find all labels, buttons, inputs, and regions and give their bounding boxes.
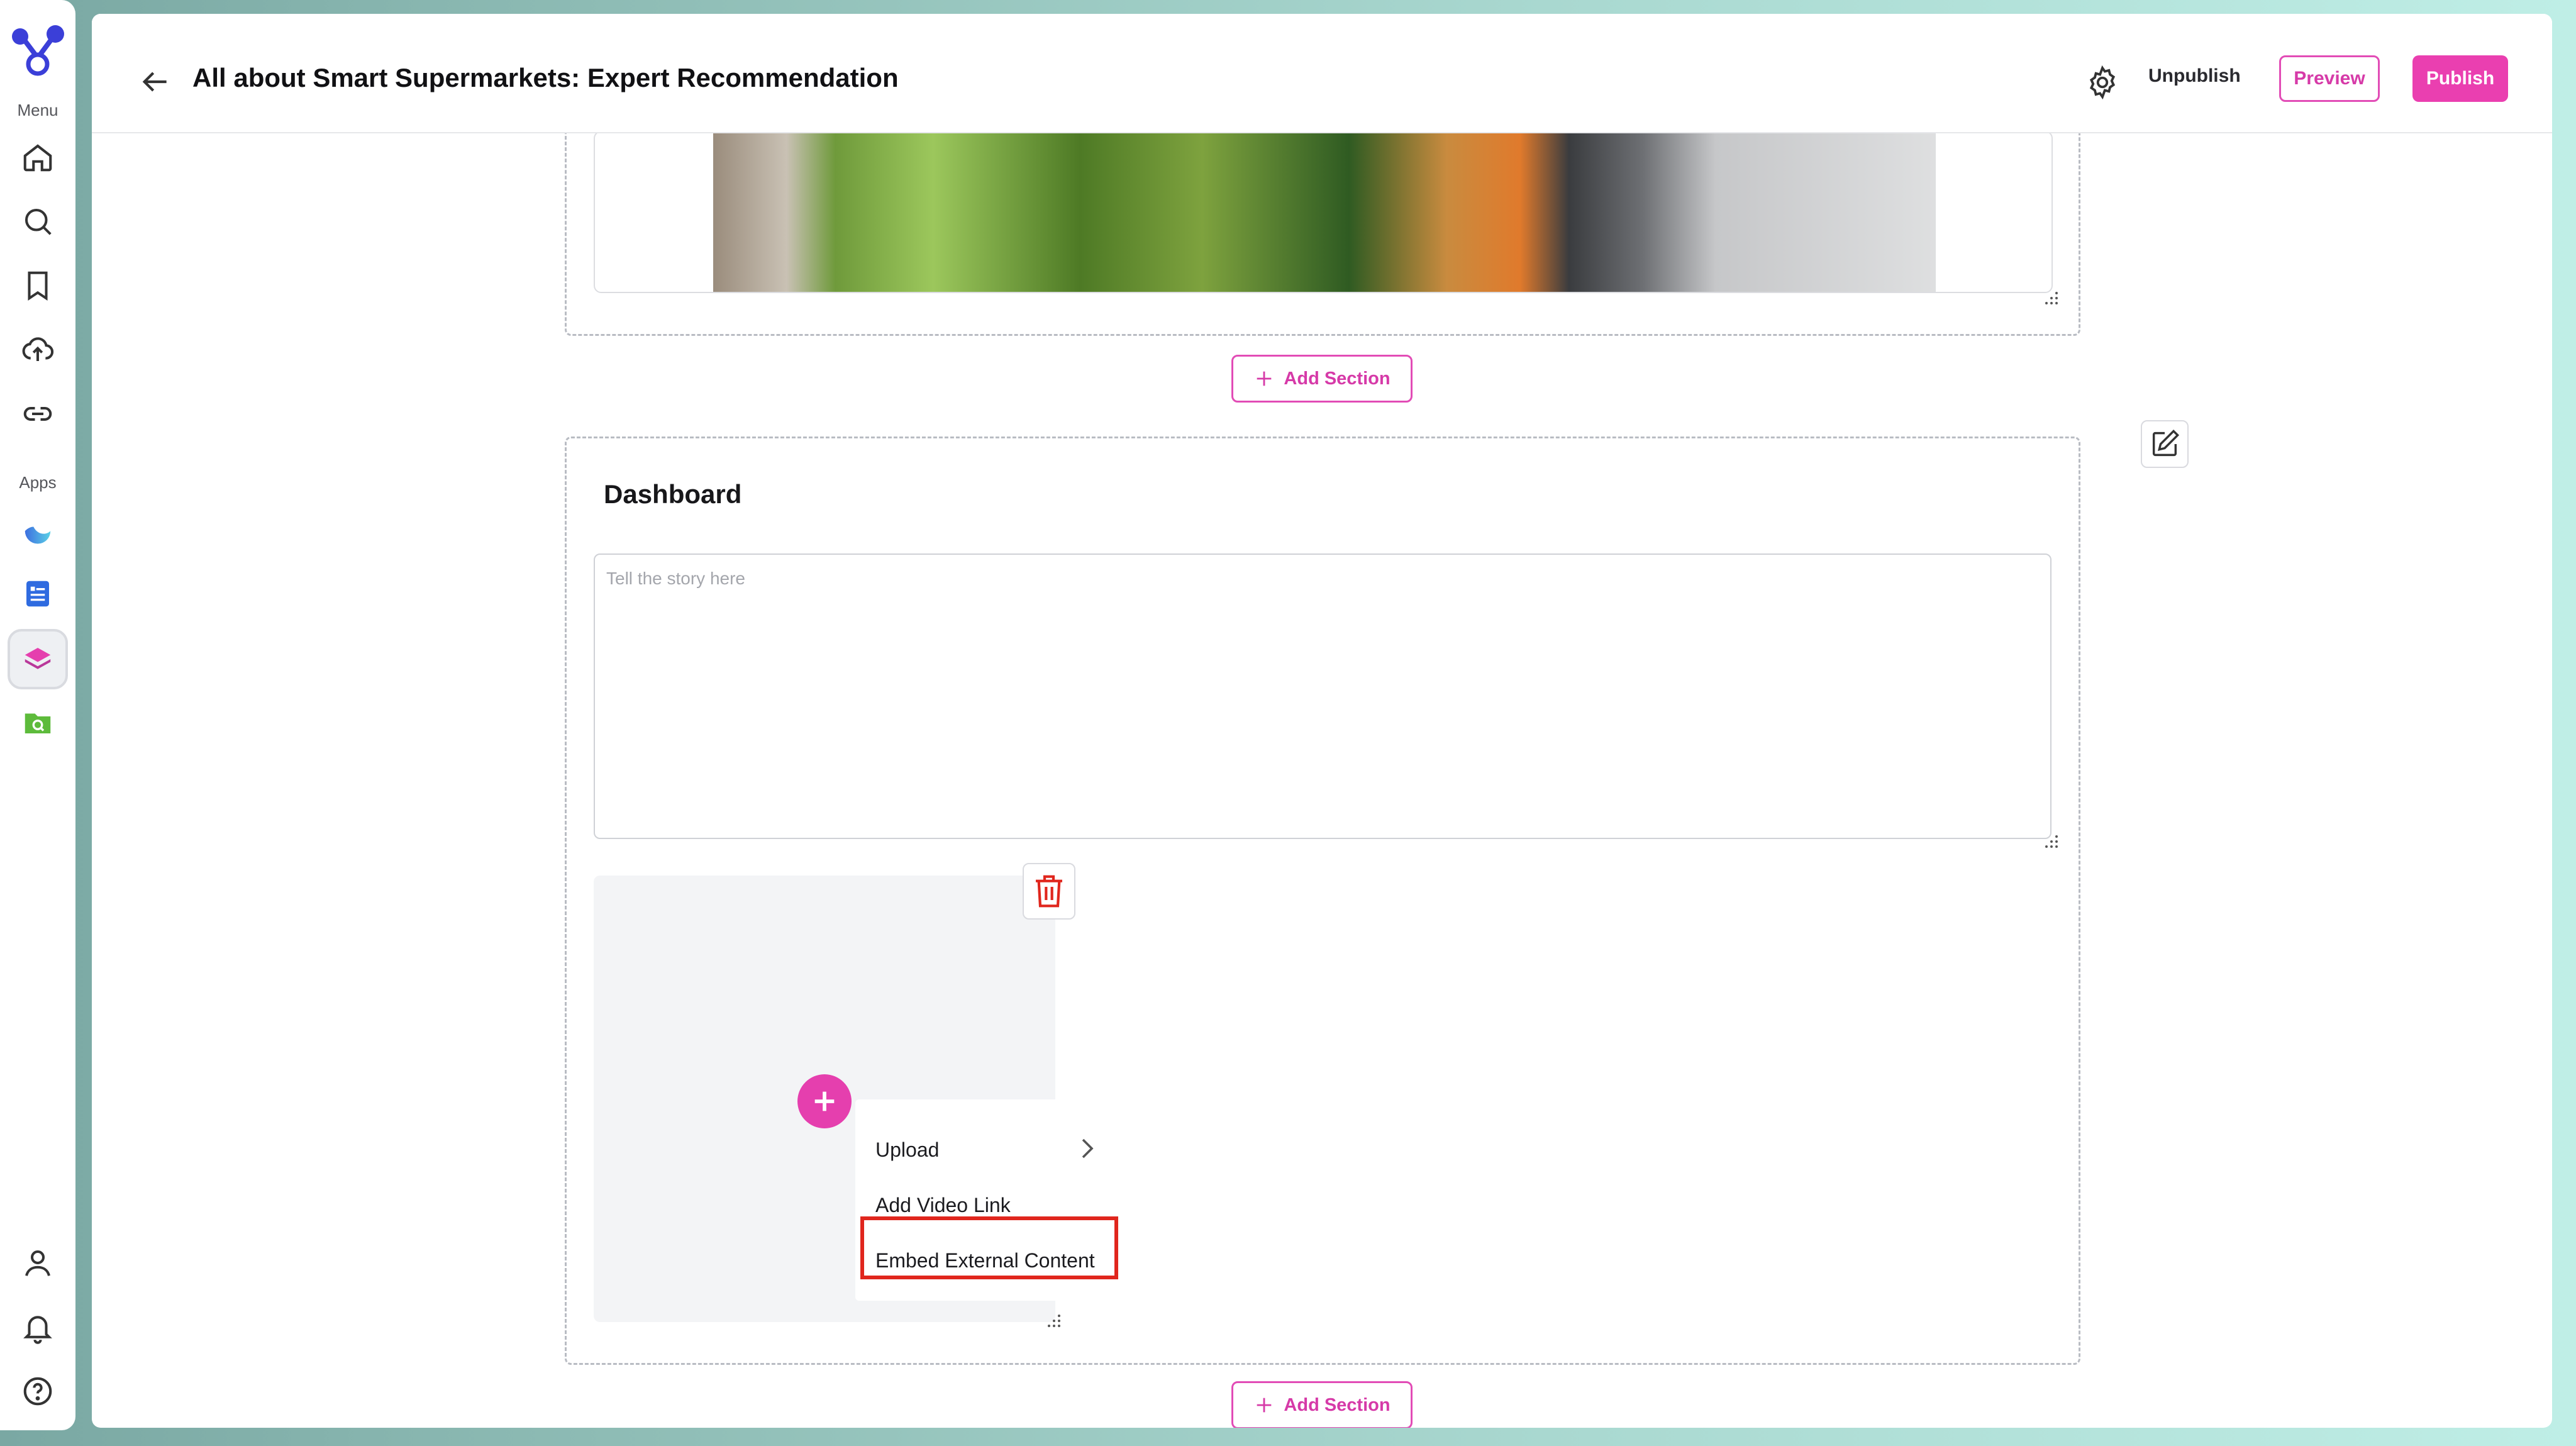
top-bar: All about Smart Supermarkets: Expert Rec… bbox=[92, 14, 2552, 133]
back-arrow-icon[interactable] bbox=[137, 64, 172, 99]
user-icon[interactable] bbox=[19, 1244, 57, 1282]
trash-icon bbox=[1036, 875, 1062, 908]
story-textarea[interactable]: Tell the story here bbox=[594, 553, 2051, 839]
page-title: All about Smart Supermarkets: Expert Rec… bbox=[192, 63, 899, 92]
delete-media-button[interactable] bbox=[1023, 863, 1075, 920]
menu-item-add-video-link[interactable]: Add Video Link bbox=[875, 1194, 1011, 1217]
add-section-label: Add Section bbox=[1284, 1394, 1391, 1415]
left-nav-rail: Menu Apps bbox=[0, 0, 75, 1430]
help-icon[interactable] bbox=[19, 1372, 57, 1410]
preview-button[interactable]: Preview bbox=[2279, 55, 2380, 102]
cloud-upload-icon[interactable] bbox=[19, 331, 57, 369]
image-block bbox=[594, 131, 2053, 293]
plus-icon bbox=[1257, 371, 1272, 386]
plus-icon bbox=[1257, 1398, 1272, 1413]
home-icon[interactable] bbox=[19, 138, 57, 176]
section-title: Dashboard bbox=[604, 479, 742, 509]
edit-section-button[interactable] bbox=[2141, 420, 2189, 468]
moon-app-icon[interactable] bbox=[19, 511, 57, 548]
highlight-box bbox=[860, 1216, 1118, 1279]
folder-search-app-icon[interactable] bbox=[19, 703, 57, 741]
menu-item-upload[interactable]: Upload bbox=[875, 1138, 939, 1162]
edit-icon bbox=[2152, 429, 2180, 457]
link-icon[interactable] bbox=[19, 395, 57, 433]
stack-app-icon[interactable] bbox=[8, 629, 68, 689]
chevron-right-icon bbox=[1082, 1138, 1094, 1159]
unpublish-button[interactable]: Unpublish bbox=[2148, 65, 2241, 87]
bell-icon[interactable] bbox=[19, 1308, 57, 1346]
editor-card: All about Smart Supermarkets: Expert Rec… bbox=[92, 14, 2552, 1428]
add-section-label: Add Section bbox=[1284, 368, 1391, 389]
plus-icon bbox=[814, 1091, 835, 1111]
menu-section-label: Menu bbox=[17, 101, 58, 120]
resize-handle-icon[interactable] bbox=[2044, 291, 2059, 306]
apps-section-label: Apps bbox=[19, 473, 57, 492]
supermarket-produce-image bbox=[713, 132, 1936, 292]
add-media-button[interactable] bbox=[797, 1074, 852, 1128]
resize-handle-icon[interactable] bbox=[2044, 834, 2059, 849]
app-logo-icon[interactable] bbox=[9, 23, 67, 81]
resize-handle-icon[interactable] bbox=[1046, 1313, 1062, 1328]
bookmark-icon[interactable] bbox=[19, 267, 57, 304]
search-icon[interactable] bbox=[19, 203, 57, 240]
gear-icon[interactable] bbox=[2084, 64, 2121, 101]
notes-app-icon[interactable] bbox=[19, 575, 57, 613]
publish-button[interactable]: Publish bbox=[2412, 55, 2508, 102]
add-section-button[interactable]: Add Section bbox=[1231, 1381, 1413, 1428]
add-section-button[interactable]: Add Section bbox=[1231, 355, 1413, 403]
